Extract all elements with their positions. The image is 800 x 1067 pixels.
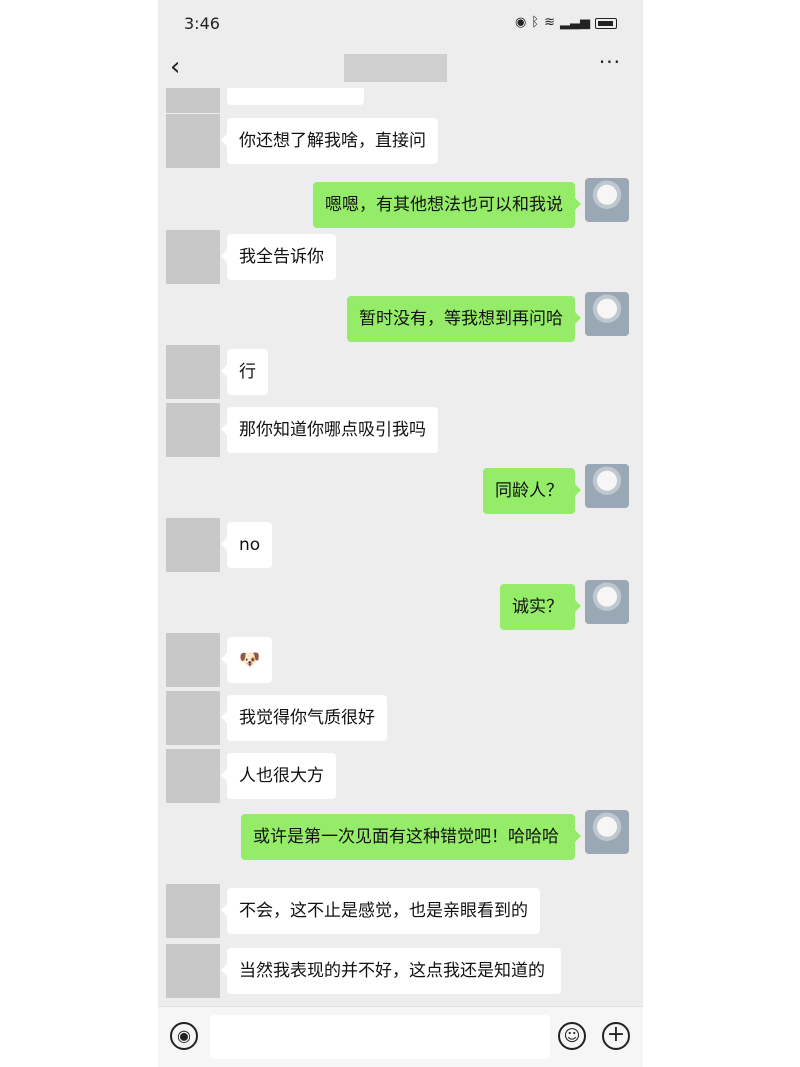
message-bubble: 当然我表现的并不好，这点我还是知道的 [221, 948, 561, 994]
sticker-bubble: 🐶 [220, 637, 273, 683]
chat-header: ‹ ··· [158, 48, 643, 88]
message-bubble: 我觉得你气质很好 [221, 695, 387, 741]
message-bubble-partial [227, 88, 364, 105]
avatar[interactable] [166, 884, 220, 938]
voice-input-icon[interactable]: ◉ [170, 1022, 198, 1050]
message-bubble: 或许是第一次见面有这种错觉吧！哈哈哈 [241, 814, 581, 860]
phone-screen: 3:46 ◉ ᛒ ≋ ▂▃▅ ‹ ··· 你还想了解我啥，直接问 嗯嗯，有其他想… [158, 0, 643, 1067]
message-bubble: 暂时没有，等我想到再问哈 [347, 296, 581, 342]
message-bubble: 嗯嗯，有其他想法也可以和我说 [313, 182, 581, 228]
input-bar: ◉ ☺ + [158, 1006, 643, 1067]
message-bubble: 同龄人？ [483, 468, 581, 514]
status-time: 3:46 [184, 14, 220, 33]
status-bar: 3:46 ◉ ᛒ ≋ ▂▃▅ [158, 0, 643, 48]
more-options-icon[interactable]: ··· [599, 50, 621, 74]
avatar-self[interactable] [585, 178, 629, 222]
avatar[interactable] [166, 749, 220, 803]
bluetooth-icon: ᛒ [531, 15, 540, 30]
plus-icon[interactable]: + [602, 1022, 630, 1050]
avatar[interactable] [166, 691, 220, 745]
avatar-self[interactable] [585, 292, 629, 336]
chat-title-redacted [344, 54, 447, 82]
message-bubble: 你还想了解我啥，直接问 [221, 118, 438, 164]
emoji-icon[interactable]: ☺ [558, 1022, 586, 1050]
avatar[interactable] [166, 633, 220, 687]
avatar-self[interactable] [585, 464, 629, 508]
message-input[interactable] [210, 1015, 550, 1059]
message-bubble: 我全告诉你 [221, 234, 336, 280]
avatar-self[interactable] [585, 810, 629, 854]
eye-icon: ◉ [514, 15, 527, 30]
back-icon[interactable]: ‹ [170, 54, 180, 80]
avatar[interactable] [166, 88, 220, 113]
avatar[interactable] [166, 114, 220, 168]
message-list[interactable]: 你还想了解我啥，直接问 嗯嗯，有其他想法也可以和我说 我全告诉你 暂时没有，等我… [158, 88, 643, 1006]
signal-icon: ▂▃▅ [560, 15, 590, 30]
message-bubble: 人也很大方 [221, 753, 336, 799]
avatar[interactable] [166, 518, 220, 572]
avatar[interactable] [166, 230, 220, 284]
battery-icon [595, 17, 617, 29]
message-bubble: 行 [221, 349, 268, 395]
wifi-icon: ≋ [544, 15, 555, 30]
status-icons: ◉ ᛒ ≋ ▂▃▅ [515, 14, 617, 32]
message-bubble: 不会，这不止是感觉，也是亲眼看到的 [221, 888, 540, 934]
avatar[interactable] [166, 345, 220, 399]
message-bubble: no [220, 522, 273, 568]
avatar-self[interactable] [585, 580, 629, 624]
avatar[interactable] [166, 403, 220, 457]
message-bubble: 那你知道你哪点吸引我吗 [221, 407, 438, 453]
avatar[interactable] [166, 944, 220, 998]
message-bubble: 诚实？ [500, 584, 581, 630]
